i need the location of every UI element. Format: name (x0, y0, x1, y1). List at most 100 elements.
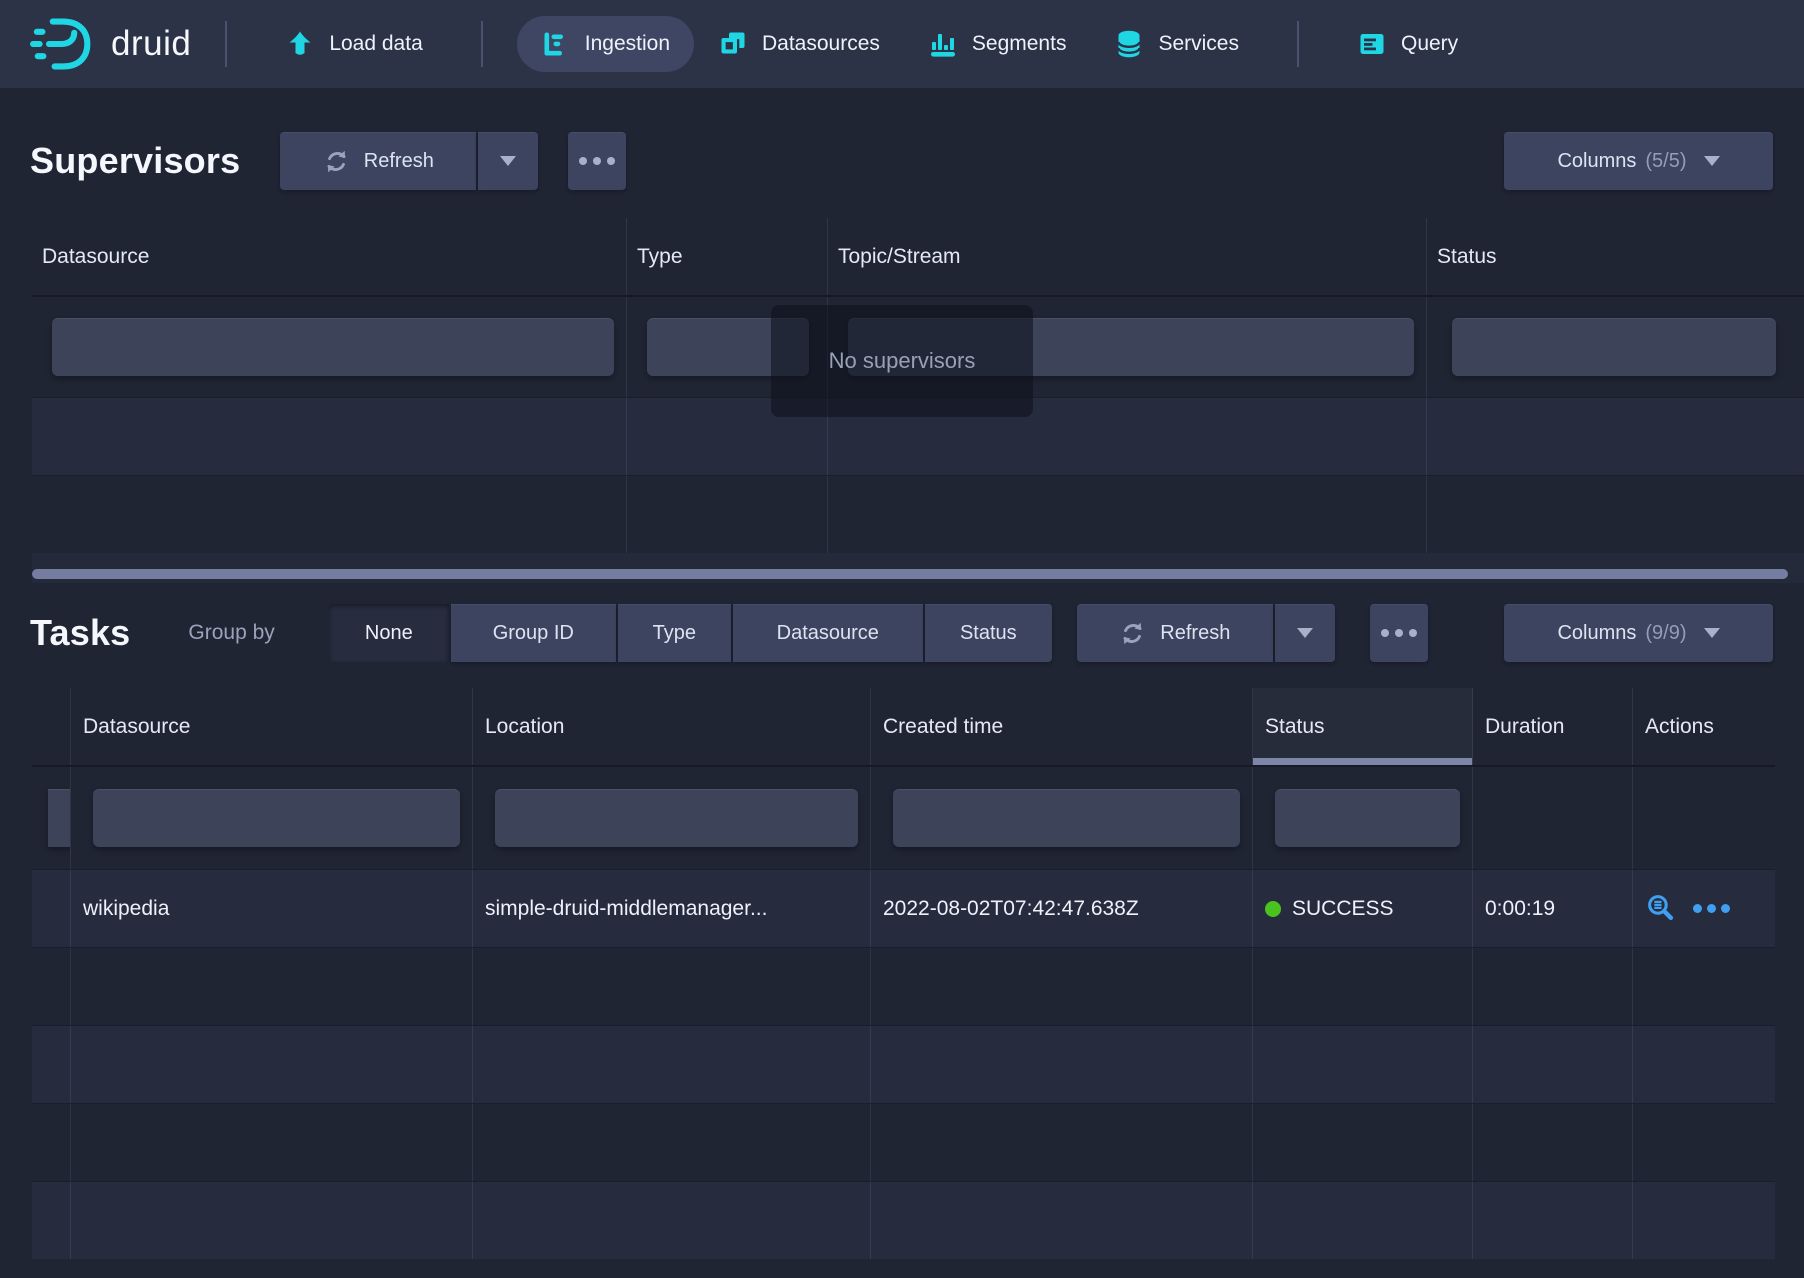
ingestion-icon (541, 29, 571, 59)
supervisors-toolbar: Supervisors Refresh Columns (5/5) (0, 132, 1804, 190)
supervisors-columns-button[interactable]: Columns (5/5) (1504, 132, 1773, 190)
nav-item-label: Ingestion (585, 32, 670, 56)
chevron-down-icon (1704, 156, 1720, 166)
horizontal-scrollbar (32, 553, 1804, 583)
supervisors-topic-stream-filter-input[interactable] (848, 318, 1414, 376)
tasks-more-button[interactable] (1370, 604, 1428, 662)
table-row-empty (32, 1025, 1775, 1103)
tasks-filter-row (32, 767, 1775, 869)
nav-datasources[interactable]: Datasources (694, 16, 904, 72)
column-header-datasource[interactable]: Datasource (71, 688, 473, 765)
tasks-task-id-filter-input-clipped[interactable] (48, 789, 71, 847)
nav-item-label: Query (1401, 32, 1458, 56)
druid-logo-icon (30, 15, 96, 73)
tasks-refresh-dropdown-button[interactable] (1275, 604, 1335, 662)
columns-label: Columns (1557, 150, 1636, 173)
column-header-location[interactable]: Location (473, 688, 871, 765)
group-by-none-button[interactable]: None (329, 604, 449, 662)
refresh-label: Refresh (1160, 622, 1230, 645)
nav-ingestion[interactable]: Ingestion (517, 16, 694, 72)
column-header-duration[interactable]: Duration (1473, 688, 1633, 765)
nav-services[interactable]: Services (1090, 16, 1263, 72)
refresh-icon (323, 148, 350, 175)
column-header-status[interactable]: Status (1427, 218, 1804, 295)
table-row-empty (32, 947, 1775, 1025)
navbar-divider (225, 21, 227, 67)
table-row-empty (32, 475, 1804, 553)
more-icon (579, 157, 615, 165)
cell-created-time[interactable]: 2022-08-02T07:42:47.638Z (871, 870, 1253, 947)
cell-duration[interactable]: 0:00:19 (1473, 870, 1633, 947)
column-header-type[interactable]: Type (627, 218, 828, 295)
group-by-datasource-button[interactable]: Datasource (733, 604, 923, 662)
columns-label: Columns (1557, 622, 1636, 645)
supervisors-refresh-dropdown-button[interactable] (478, 132, 538, 190)
cell-actions (1633, 870, 1775, 947)
group-by-group-id-button[interactable]: Group ID (451, 604, 616, 662)
status-success-dot (1265, 901, 1281, 917)
columns-count: (9/9) (1645, 622, 1686, 645)
navbar: druid Load data Ingestion Datasources (0, 0, 1804, 88)
supervisors-datasource-filter-input[interactable] (52, 318, 614, 376)
tasks-toolbar: Tasks Group by None Group ID Type Dataso… (0, 604, 1804, 662)
group-by-label: Group by (188, 621, 274, 645)
tasks-refresh-group: Refresh (1077, 604, 1335, 662)
supervisors-title: Supervisors (30, 140, 240, 182)
column-header-status-sorted[interactable]: Status (1253, 688, 1473, 765)
supervisors-refresh-group: Refresh (280, 132, 538, 190)
table-row-wikipedia[interactable]: wikipedia simple-druid-middlemanager... … (32, 869, 1775, 947)
column-header-clipped[interactable] (32, 688, 71, 765)
chevron-down-icon (1297, 628, 1313, 638)
druid-logo[interactable]: druid (30, 15, 191, 73)
supervisors-refresh-button[interactable]: Refresh (280, 132, 476, 190)
more-actions-icon[interactable] (1693, 904, 1730, 913)
tasks-created-time-filter-input[interactable] (893, 789, 1240, 847)
cell-datasource[interactable]: wikipedia (71, 870, 473, 947)
cell-status[interactable]: SUCCESS (1253, 870, 1473, 947)
tasks-datasource-filter-input[interactable] (93, 789, 460, 847)
tasks-status-filter-input[interactable] (1275, 789, 1460, 847)
query-icon (1357, 29, 1387, 59)
nav-load-data[interactable]: Load data (261, 16, 446, 72)
horizontal-scrollbar-thumb[interactable] (32, 569, 1788, 579)
refresh-label: Refresh (364, 150, 434, 173)
group-by-button-group: None Group ID Type Datasource Status (329, 604, 1052, 662)
table-row-empty (32, 1181, 1775, 1259)
group-by-status-button[interactable]: Status (925, 604, 1052, 662)
cell-task-id-clipped (32, 870, 71, 947)
nav-query[interactable]: Query (1333, 16, 1482, 72)
column-header-actions[interactable]: Actions (1633, 688, 1775, 765)
supervisors-filter-row (32, 297, 1804, 397)
column-header-created-time[interactable]: Created time (871, 688, 1253, 765)
group-by-type-button[interactable]: Type (618, 604, 731, 662)
nav-item-label: Services (1158, 32, 1239, 56)
nav-item-label: Datasources (762, 32, 880, 56)
navbar-divider (481, 21, 483, 67)
datasources-icon (718, 29, 748, 59)
supervisors-table-header: Datasource Type Topic/Stream Status (32, 218, 1804, 297)
supervisors-table: Datasource Type Topic/Stream Status No s… (32, 218, 1804, 583)
segments-icon (928, 29, 958, 59)
column-header-datasource[interactable]: Datasource (32, 218, 627, 295)
supervisors-more-button[interactable] (568, 132, 626, 190)
logo-wordmark: druid (111, 24, 191, 64)
chevron-down-icon (1704, 628, 1720, 638)
columns-count: (5/5) (1645, 150, 1686, 173)
nav-item-label: Load data (329, 32, 422, 56)
tasks-columns-button[interactable]: Columns (9/9) (1504, 604, 1773, 662)
cell-location[interactable]: simple-druid-middlemanager... (473, 870, 871, 947)
column-header-topic-stream[interactable]: Topic/Stream (828, 218, 1427, 295)
upload-icon (285, 29, 315, 59)
nav-segments[interactable]: Segments (904, 16, 1091, 72)
tasks-refresh-button[interactable]: Refresh (1077, 604, 1273, 662)
table-row-empty (32, 397, 1804, 475)
supervisors-type-filter-input[interactable] (647, 318, 809, 376)
tasks-title: Tasks (30, 612, 130, 654)
magnifying-glass-icon[interactable] (1645, 893, 1676, 924)
supervisors-status-filter-input[interactable] (1452, 318, 1776, 376)
tasks-location-filter-input[interactable] (495, 789, 858, 847)
chevron-down-icon (500, 156, 516, 166)
more-icon (1381, 629, 1417, 637)
refresh-icon (1119, 620, 1146, 647)
navbar-divider (1297, 21, 1299, 67)
